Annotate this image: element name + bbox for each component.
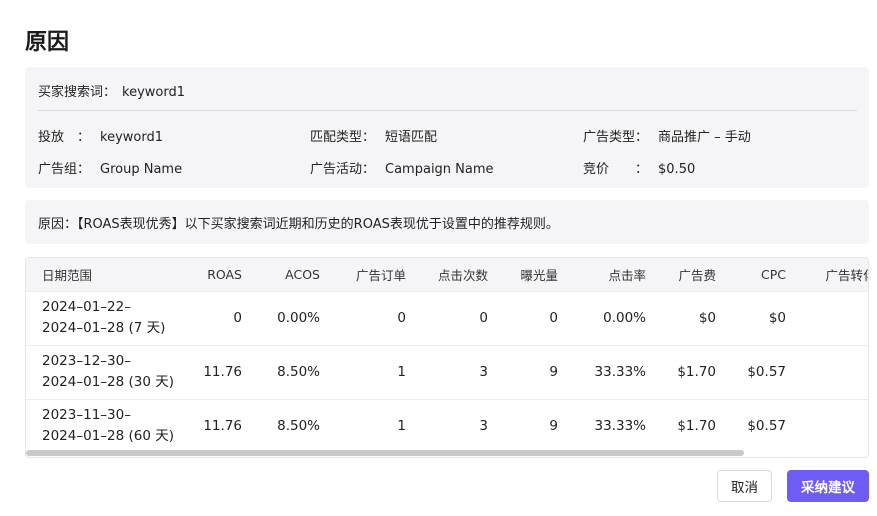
cell-acos: 8.50% (277, 364, 320, 380)
search-term-row: 买家搜索词： keyword1 (38, 81, 185, 100)
col-header-ctr: 点击率 (608, 267, 646, 283)
col-header-date-range: 日期范围 (42, 267, 93, 283)
ad-type-value: 商品推广 – 手动 (658, 130, 751, 145)
bid-value: $0.50 (658, 162, 696, 177)
cell-cpc: $0.57 (747, 364, 786, 380)
cell-impressions: 9 (549, 364, 558, 380)
col-header-orders: 广告订单 (355, 267, 406, 283)
table-row: 2023–11–30– 2024–01–28 (60 天) 11.76 8.50%… (26, 399, 868, 453)
cell-roas: 11.76 (203, 418, 242, 435)
match-type-value: 短语匹配 (385, 130, 438, 145)
campaign-field: 广告活动： Campaign Name (310, 158, 494, 177)
campaign-value: Campaign Name (385, 162, 494, 177)
cell-cvr: 33 (794, 399, 868, 453)
cell-ctr: 0.00% (603, 310, 646, 326)
cell-acos: 0.00% (277, 310, 320, 326)
cell-date-range: 2023–12–30– 2024–01–28 (30 天) (26, 345, 180, 399)
col-header-impressions: 曝光量 (520, 267, 558, 283)
cancel-button[interactable]: 取消 (717, 470, 772, 502)
cell-impressions: 0 (549, 310, 558, 326)
cell-ctr: 33.33% (594, 364, 646, 380)
col-header-clicks: 点击次数 (437, 267, 488, 283)
match-type-field: 匹配类型： 短语匹配 (310, 126, 437, 145)
targeting-value: keyword1 (100, 130, 163, 145)
date-range-end: 2024–01–28 (60 天) (42, 428, 175, 445)
ad-group-label: 广告组： (38, 162, 91, 177)
cell-cpc: $0 (768, 310, 786, 326)
targeting-field: 投放 ： keyword1 (38, 126, 163, 145)
bid-field: 竞价 ： $0.50 (583, 158, 695, 177)
cell-acos: 8.50% (277, 418, 320, 435)
search-term-value: keyword1 (122, 85, 185, 100)
cell-date-range: 2024–01–22– 2024–01–28 (7 天) (26, 291, 180, 345)
table-row: 2024–01–22– 2024–01–28 (7 天) 0 0.00% 0 0 … (26, 291, 868, 345)
cell-orders: 0 (397, 310, 406, 326)
cell-spend: $1.70 (677, 418, 716, 435)
cell-cpc: $0.57 (747, 418, 786, 435)
col-header-cvr: 广告转化率 (825, 267, 868, 283)
col-header-roas: ROAS (207, 266, 242, 282)
cell-clicks: 0 (479, 310, 488, 326)
table-header-row: 日期范围 ROAS ACOS 广告订单 点击次数 曝光量 点击率 广告费 CPC… (26, 258, 868, 291)
performance-table[interactable]: 日期范围 ROAS ACOS 广告订单 点击次数 曝光量 点击率 广告费 CPC… (25, 257, 869, 458)
campaign-label: 广告活动： (310, 162, 376, 177)
reason-text: 原因：【ROAS表现优秀】以下买家搜索词近期和历史的ROAS表现优于设置中的推荐… (25, 200, 869, 244)
ad-type-label: 广告类型： (583, 130, 649, 145)
cell-cvr: 33 (794, 345, 868, 399)
col-header-cpc: CPC (761, 266, 786, 282)
date-range-end: 2024–01–28 (7 天) (42, 320, 166, 336)
info-divider (38, 110, 857, 111)
cell-spend: $0 (698, 310, 716, 326)
cell-ctr: 33.33% (594, 418, 646, 435)
targeting-label: 投放 ： (38, 130, 91, 145)
cell-clicks: 3 (479, 418, 488, 435)
search-term-label: 买家搜索词： (38, 85, 117, 100)
cell-clicks: 3 (479, 364, 488, 380)
date-range-end: 2024–01–28 (30 天) (42, 374, 175, 390)
date-range-start: 2023–11–30– (42, 407, 131, 424)
cell-spend: $1.70 (677, 364, 716, 380)
cell-impressions: 9 (549, 418, 558, 435)
cell-date-range: 2023–11–30– 2024–01–28 (60 天) (26, 399, 180, 453)
table-row: 2023–12–30– 2024–01–28 (30 天) 11.76 8.50%… (26, 345, 868, 399)
ad-group-field: 广告组： Group Name (38, 158, 182, 177)
cell-cvr: 0 (794, 291, 868, 345)
col-header-acos: ACOS (285, 266, 320, 282)
bid-label: 竞价 ： (583, 162, 649, 177)
ad-type-field: 广告类型： 商品推广 – 手动 (583, 126, 751, 145)
search-term-info-panel: 买家搜索词： keyword1 投放 ： keyword1 匹配类型： 短语匹配 广告… (25, 67, 869, 188)
horizontal-scrollbar[interactable] (26, 450, 744, 456)
col-header-spend: 广告费 (678, 267, 716, 283)
cell-roas: 0 (233, 310, 242, 326)
cell-roas: 11.76 (203, 364, 242, 380)
date-range-start: 2024–01–22– (42, 299, 131, 315)
dialog-title: 原因 (25, 30, 70, 55)
ad-group-value: Group Name (100, 162, 183, 177)
accept-suggestion-button[interactable]: 采纳建议 (787, 470, 869, 502)
date-range-start: 2023–12–30– (42, 353, 131, 369)
match-type-label: 匹配类型： (310, 130, 376, 145)
cell-orders: 1 (397, 418, 406, 435)
cell-orders: 1 (397, 364, 406, 380)
